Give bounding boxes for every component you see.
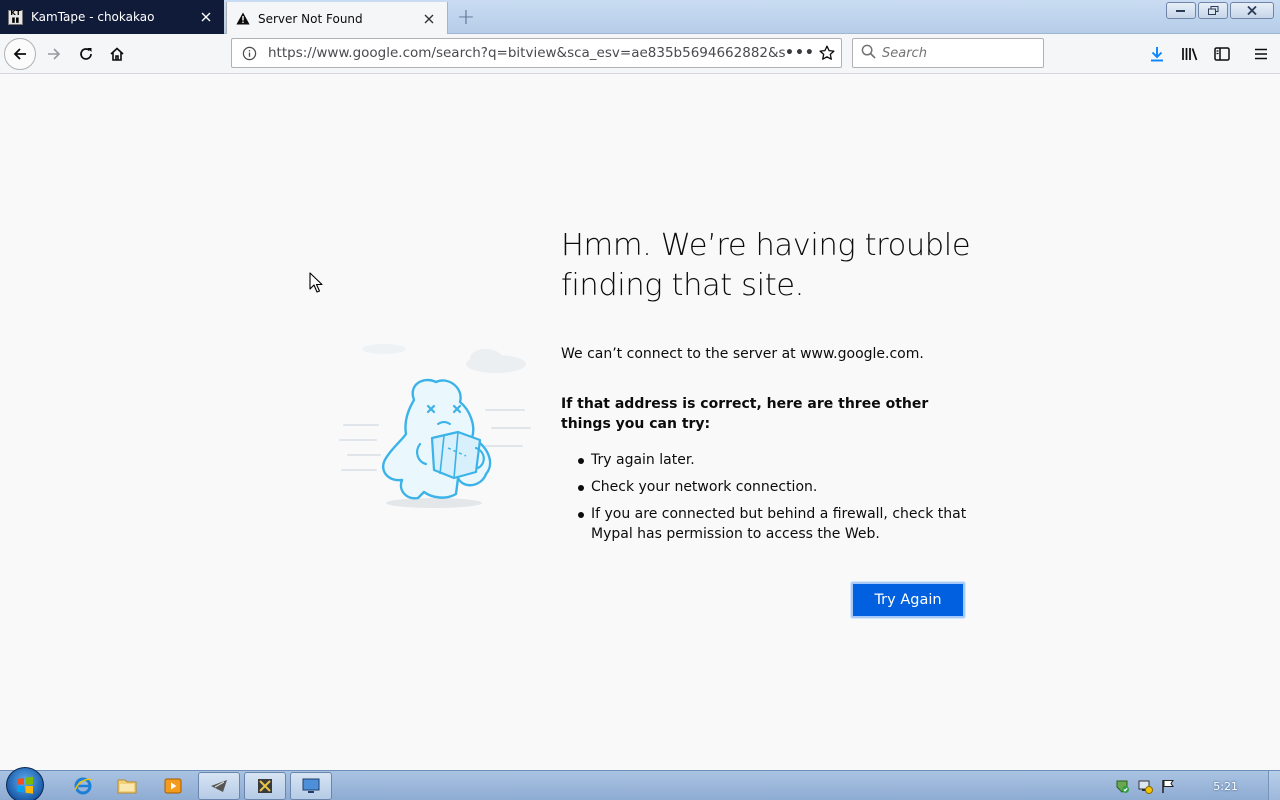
advice-title: If that address is correct, here are thr… bbox=[561, 396, 929, 432]
app-icon-1[interactable] bbox=[198, 772, 240, 800]
error-heading-line1: Hmm. We’re having trouble bbox=[561, 228, 971, 263]
minimize-button[interactable] bbox=[1166, 2, 1196, 19]
network-icon[interactable] bbox=[1136, 777, 1154, 795]
new-tab-button[interactable]: + bbox=[452, 4, 480, 30]
home-icon bbox=[110, 47, 124, 61]
security-shield-icon[interactable] bbox=[1113, 777, 1131, 795]
folder-icon[interactable] bbox=[106, 772, 148, 800]
error-heading-line2: finding that site. bbox=[561, 268, 804, 303]
show-desktop-button[interactable] bbox=[1268, 771, 1280, 800]
error-heading: Hmm. We’re having trouble finding that s… bbox=[561, 226, 971, 306]
tip-item: Try again later. bbox=[561, 450, 971, 470]
tip-item: Check your network connection. bbox=[561, 477, 971, 497]
error-illustration bbox=[336, 340, 536, 515]
downloads-button[interactable] bbox=[1141, 38, 1173, 70]
sidebar-button[interactable] bbox=[1206, 38, 1238, 70]
mouse-cursor-icon bbox=[309, 272, 323, 294]
page-actions-icon[interactable]: ••• bbox=[785, 45, 814, 61]
url-bar[interactable]: https://www.google.com/search?q=bitview&… bbox=[231, 38, 842, 68]
restore-button[interactable] bbox=[1198, 2, 1228, 19]
monitor-icon[interactable] bbox=[290, 772, 332, 800]
forward-arrow-icon bbox=[48, 48, 61, 60]
search-bar[interactable] bbox=[852, 38, 1044, 68]
warning-icon bbox=[235, 11, 250, 26]
download-icon bbox=[1151, 47, 1163, 62]
system-tray: 5:21 bbox=[1108, 771, 1280, 800]
windows-logo-icon bbox=[17, 776, 33, 794]
error-description: We can’t connect to the server at www.go… bbox=[561, 346, 924, 362]
back-button[interactable] bbox=[4, 38, 36, 70]
window-controls bbox=[1166, 2, 1274, 19]
back-arrow-icon bbox=[13, 48, 26, 60]
search-input[interactable] bbox=[882, 45, 1032, 61]
library-button[interactable] bbox=[1174, 38, 1206, 70]
tab-title: KamTape - chokakao bbox=[31, 10, 155, 24]
tab-title: Server Not Found bbox=[258, 11, 363, 26]
try-again-button[interactable]: Try Again bbox=[851, 582, 965, 618]
hamburger-menu-icon bbox=[1255, 48, 1267, 60]
info-icon[interactable] bbox=[236, 46, 262, 61]
kamtape-icon: KT ▮▮ bbox=[8, 9, 23, 25]
clock[interactable]: 5:21 bbox=[1213, 780, 1238, 793]
forward-button[interactable] bbox=[38, 38, 70, 70]
close-tab-icon[interactable] bbox=[421, 11, 437, 27]
tips-list: Try again later. Check your network conn… bbox=[561, 450, 971, 544]
close-window-button[interactable] bbox=[1230, 2, 1274, 19]
home-button[interactable] bbox=[101, 38, 133, 70]
internet-explorer-icon[interactable] bbox=[62, 772, 104, 800]
sidebar-icon bbox=[1214, 47, 1230, 61]
tip-item: If you are connected but behind a firewa… bbox=[561, 504, 971, 544]
navigation-toolbar: https://www.google.com/search?q=bitview&… bbox=[0, 34, 1280, 74]
library-icon bbox=[1182, 48, 1198, 61]
reload-button[interactable] bbox=[70, 38, 102, 70]
url-text[interactable]: https://www.google.com/search?q=bitview&… bbox=[262, 45, 785, 61]
action-center-flag-icon[interactable] bbox=[1159, 777, 1177, 795]
reload-icon bbox=[80, 48, 92, 60]
search-icon bbox=[861, 44, 876, 63]
tab-server-not-found[interactable]: Server Not Found bbox=[226, 2, 448, 35]
tab-strip: KT ▮▮ KamTape - chokakao Server Not Found… bbox=[0, 0, 1280, 35]
tab-kamtape[interactable]: KT ▮▮ KamTape - chokakao bbox=[0, 0, 224, 34]
taskbar: 5:21 bbox=[0, 767, 1280, 800]
app-icon-2[interactable] bbox=[244, 772, 286, 800]
media-player-icon[interactable] bbox=[152, 772, 194, 800]
bookmark-star-icon[interactable] bbox=[813, 45, 841, 61]
close-tab-icon[interactable] bbox=[198, 9, 214, 25]
start-button[interactable] bbox=[6, 767, 44, 800]
error-content: Hmm. We’re having trouble finding that s… bbox=[561, 226, 971, 551]
menu-button[interactable] bbox=[1245, 38, 1277, 70]
